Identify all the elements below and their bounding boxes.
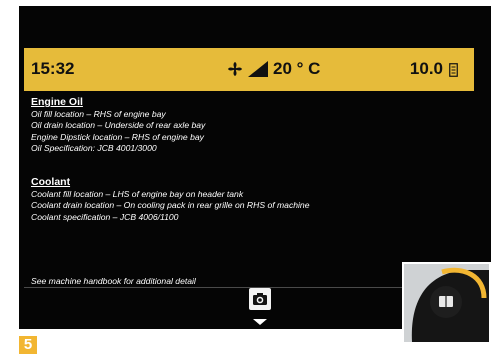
info-line: Oil fill location – RHS of engine bay (31, 109, 166, 119)
info-line: Oil Specification: JCB 4001/3000 (31, 142, 157, 153)
handbook-note: See machine handbook for additional deta… (31, 276, 196, 286)
info-line: Coolant fill location – LHS of engine ba… (31, 189, 244, 200)
divider (24, 287, 404, 288)
figure-number-badge: 5 (19, 336, 37, 354)
section-title: Engine Oil (31, 96, 83, 108)
section-coolant: Coolant Coolant fill location – LHS of e… (31, 176, 461, 223)
section-title: Coolant (31, 176, 71, 189)
climate-status: 20 ° C (226, 58, 320, 80)
clock-time: 15:32 (31, 59, 75, 78)
info-line: Coolant specification – JCB 4006/1100 (31, 211, 179, 222)
info-line: Coolant drain location – On cooling pack… (31, 200, 310, 211)
fuel-readout: 10.0 (410, 59, 458, 79)
camera-icon (253, 293, 267, 305)
ramp-icon (247, 60, 269, 78)
info-line: Engine Dipstick location – RHS of engine… (31, 131, 204, 142)
section-engine-oil: Engine Oil Oil fill location – RHS of en… (31, 96, 461, 154)
temperature-readout: 20 ° C (273, 59, 321, 78)
service-info-panel: Engine Oil Oil fill location – RHS of en… (31, 96, 461, 223)
scroll-down-arrow[interactable] (253, 319, 267, 325)
dial-button-photo (402, 262, 491, 344)
fuel-value: 10.0 (409, 59, 443, 78)
info-line: Oil drain location – Underside of rear a… (31, 120, 206, 131)
status-bar: 15:32 20 ° C 10.0 (24, 48, 474, 91)
fan-icon (226, 60, 244, 78)
fuel-icon (449, 62, 458, 77)
camera-button[interactable] (249, 288, 271, 310)
